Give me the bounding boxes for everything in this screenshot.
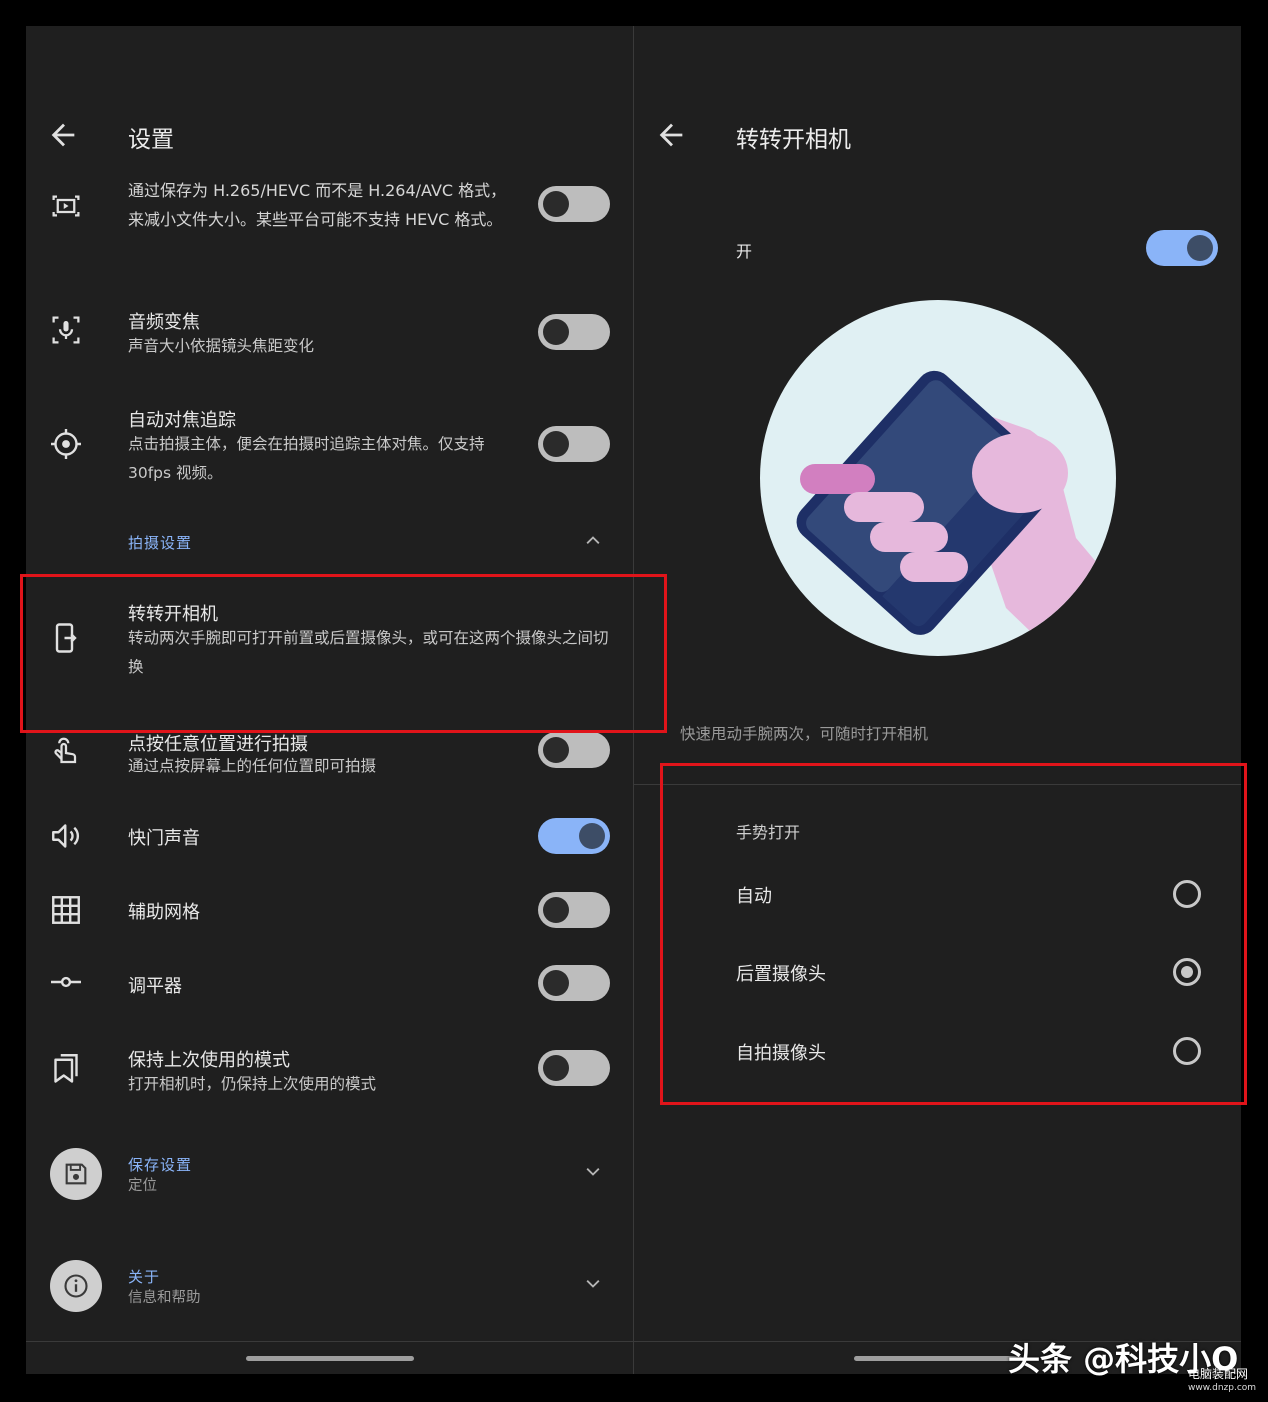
af-tracking-subtitle: 点击拍摄主体，便会在拍摄时追踪主体对焦。仅支持 30fps 视频。 bbox=[128, 435, 485, 482]
shutter-sound-row[interactable]: 快门声音 bbox=[26, 816, 633, 856]
shutter-sound-toggle[interactable] bbox=[538, 818, 610, 854]
toggle-knob bbox=[543, 431, 569, 457]
level-row[interactable]: 调平器 bbox=[26, 964, 633, 1004]
hevc-description: 通过保存为 H.265/HEVC 而不是 H.264/AVC 格式，来减小文件大… bbox=[128, 181, 507, 229]
touch-icon bbox=[54, 737, 77, 764]
gesture-nav-bar[interactable] bbox=[246, 1356, 414, 1361]
keep-mode-title: 保持上次使用的模式 bbox=[128, 1050, 290, 1071]
toggle-knob bbox=[579, 823, 605, 849]
save-settings-row[interactable]: 保存设置 定位 bbox=[26, 1144, 633, 1204]
grid-row[interactable]: 辅助网格 bbox=[26, 890, 633, 930]
keep-mode-toggle[interactable] bbox=[538, 1050, 610, 1086]
video-frame-icon bbox=[52, 195, 80, 217]
gesture-nav-bar[interactable] bbox=[854, 1356, 1022, 1361]
chevron-down-icon[interactable] bbox=[583, 1274, 603, 1294]
flip-camera-panel: 转转开相机 开 快速甩动手腕两次，可随时打开相机 手势打开 自动 后置摄像头 自… bbox=[634, 26, 1241, 1374]
af-tracking-row[interactable]: 自动对焦追踪 点击拍摄主体，便会在拍摄时追踪主体对焦。仅支持 30fps 视频。 bbox=[26, 404, 633, 494]
about-subtitle: 信息和帮助 bbox=[128, 1290, 201, 1306]
flip-gesture-illustration bbox=[760, 300, 1116, 656]
back-arrow-icon[interactable] bbox=[46, 118, 80, 152]
keep-mode-subtitle: 打开相机时，仍保持上次使用的模式 bbox=[128, 1075, 377, 1093]
shutter-sound-title: 快门声音 bbox=[128, 828, 200, 849]
mic-focus-icon bbox=[52, 316, 80, 344]
save-icon-circle bbox=[50, 1148, 102, 1200]
nav-divider bbox=[26, 1341, 633, 1342]
bookmark-icon bbox=[54, 1054, 78, 1083]
crosshair-icon bbox=[51, 429, 81, 459]
keep-mode-row[interactable]: 保持上次使用的模式 打开相机时，仍保持上次使用的模式 bbox=[26, 1044, 633, 1104]
page-title: 设置 bbox=[128, 127, 174, 153]
af-tracking-title: 自动对焦追踪 bbox=[128, 410, 236, 431]
speaker-icon bbox=[52, 824, 79, 848]
hevc-setting-row[interactable]: 通过保存为 H.265/HEVC 而不是 H.264/AVC 格式，来减小文件大… bbox=[26, 176, 633, 276]
toggle-knob bbox=[543, 319, 569, 345]
watermark-site-cn: 电脑装配网 bbox=[1188, 1367, 1249, 1381]
audio-zoom-subtitle: 声音大小依据镜头焦距变化 bbox=[128, 337, 315, 355]
main-switch-toggle[interactable] bbox=[1146, 230, 1218, 266]
audio-zoom-toggle[interactable] bbox=[538, 314, 610, 350]
tap-capture-toggle[interactable] bbox=[538, 732, 610, 768]
tap-capture-row[interactable]: 点按任意位置进行拍摄 通过点按屏幕上的任何位置即可拍摄 bbox=[26, 728, 633, 788]
level-title: 调平器 bbox=[128, 976, 182, 997]
capture-settings-header: 拍摄设置 bbox=[128, 534, 193, 552]
info-icon-circle bbox=[50, 1260, 102, 1312]
info-icon bbox=[64, 1274, 88, 1298]
toggle-knob bbox=[543, 737, 569, 763]
tap-capture-subtitle: 通过点按屏幕上的任何位置即可拍摄 bbox=[128, 757, 377, 775]
grid-toggle[interactable] bbox=[538, 892, 610, 928]
save-icon bbox=[65, 1163, 87, 1185]
toggle-knob bbox=[543, 970, 569, 996]
watermark-site-url: www.dnzp.com bbox=[1188, 1383, 1257, 1393]
chevron-down-icon[interactable] bbox=[583, 1162, 603, 1182]
page-title: 转转开相机 bbox=[736, 127, 851, 153]
save-settings-subtitle: 定位 bbox=[128, 1178, 157, 1194]
chevron-up-icon[interactable] bbox=[583, 530, 603, 550]
highlight-flip-camera bbox=[20, 574, 667, 733]
audio-zoom-row[interactable]: 音频变焦 声音大小依据镜头焦距变化 bbox=[26, 306, 633, 366]
gesture-description: 快速甩动手腕两次，可随时打开相机 bbox=[680, 725, 929, 743]
main-switch-label: 开 bbox=[736, 242, 753, 261]
about-row[interactable]: 关于 信息和帮助 bbox=[26, 1256, 633, 1316]
back-arrow-icon[interactable] bbox=[654, 118, 688, 152]
audio-zoom-title: 音频变焦 bbox=[128, 312, 200, 333]
af-tracking-toggle[interactable] bbox=[538, 426, 610, 462]
hevc-toggle[interactable] bbox=[538, 186, 610, 222]
grid-icon bbox=[52, 896, 80, 924]
level-toggle[interactable] bbox=[538, 965, 610, 1001]
highlight-gesture-options bbox=[660, 763, 1247, 1105]
level-icon bbox=[51, 976, 81, 988]
toggle-knob bbox=[543, 1055, 569, 1081]
grid-title: 辅助网格 bbox=[128, 902, 200, 923]
toggle-knob bbox=[543, 191, 569, 217]
toggle-knob bbox=[1187, 235, 1213, 261]
toggle-knob bbox=[543, 897, 569, 923]
